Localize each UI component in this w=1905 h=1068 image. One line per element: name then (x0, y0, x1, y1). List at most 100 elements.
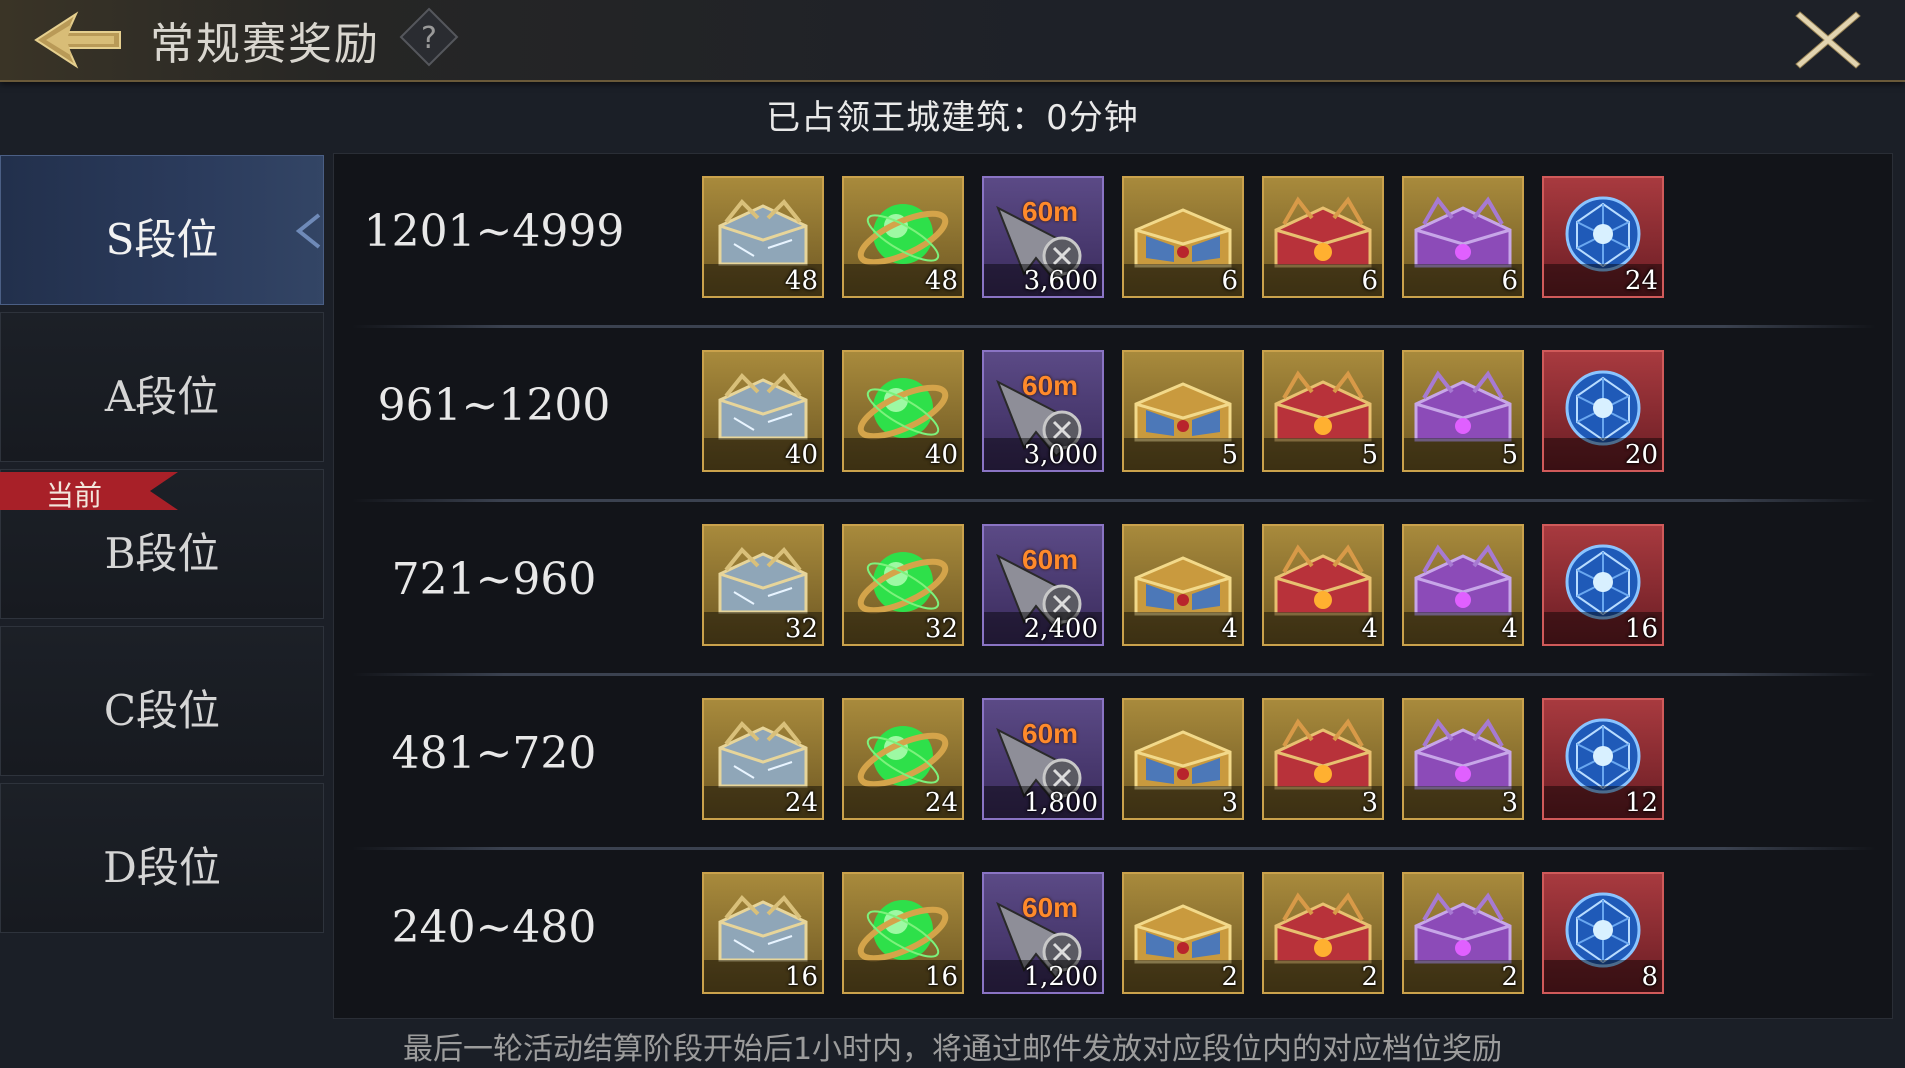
item-quantity: 16 (1624, 614, 1658, 644)
item-quantity: 3,000 (1023, 440, 1098, 470)
duration-tag: 60m (1022, 196, 1079, 227)
score-range: 1201~4999 (363, 206, 625, 257)
item-quantity: 6 (1361, 266, 1378, 296)
reward-item[interactable]: 3 (1402, 698, 1524, 820)
item-quantity: 4 (1221, 614, 1238, 644)
active-indicator-icon (295, 213, 321, 249)
tier-tab-label: S段位 (105, 215, 219, 264)
reward-item[interactable]: 60m 3,000 (982, 350, 1104, 472)
tier-tab-label: B段位 (104, 529, 220, 578)
reward-table: 1201~4999 48 48 60m 3,600 6 6 6 24 961~1200 40 40 60… (333, 153, 1893, 1019)
score-range: 961~1200 (377, 380, 611, 431)
tier-tab-label: D段位 (103, 843, 221, 892)
item-quantity: 3 (1361, 788, 1378, 818)
item-quantity: 3 (1501, 788, 1518, 818)
reward-item[interactable]: 16 (842, 872, 964, 994)
item-quantity: 6 (1501, 266, 1518, 296)
item-quantity: 48 (924, 266, 958, 296)
duration-tag: 60m (1022, 892, 1079, 923)
reward-item[interactable]: 2 (1262, 872, 1384, 994)
header-bar: 常规赛奖励 ? (0, 0, 1905, 82)
item-quantity: 5 (1221, 440, 1238, 470)
item-quantity: 20 (1624, 440, 1658, 470)
item-quantity: 4 (1501, 614, 1518, 644)
item-quantity: 24 (784, 788, 818, 818)
item-quantity: 3 (1221, 788, 1238, 818)
occupy-status: 已占领王城建筑：0分钟 (766, 98, 1139, 138)
item-quantity: 2 (1501, 962, 1518, 992)
help-button[interactable]: ? (398, 6, 460, 68)
item-quantity: 3,600 (1023, 266, 1098, 296)
reward-item[interactable]: 20 (1542, 350, 1664, 472)
item-quantity: 5 (1501, 440, 1518, 470)
item-quantity: 24 (1624, 266, 1658, 296)
reward-item[interactable]: 16 (702, 872, 824, 994)
item-quantity: 16 (784, 962, 818, 992)
item-quantity: 1,200 (1023, 962, 1098, 992)
reward-item[interactable]: 60m 2,400 (982, 524, 1104, 646)
reward-item[interactable]: 2 (1402, 872, 1524, 994)
duration-tag: 60m (1022, 370, 1079, 401)
reward-item[interactable]: 8 (1542, 872, 1664, 994)
help-label: ? (421, 21, 437, 56)
score-range: 240~480 (391, 902, 597, 953)
tier-tab-a[interactable]: A段位 (0, 312, 324, 462)
item-quantity: 16 (924, 962, 958, 992)
reward-item[interactable]: 60m 1,200 (982, 872, 1104, 994)
reward-item[interactable]: 6 (1262, 176, 1384, 298)
reward-item[interactable]: 32 (842, 524, 964, 646)
item-quantity: 12 (1624, 788, 1658, 818)
reward-item[interactable]: 5 (1122, 350, 1244, 472)
reward-item[interactable]: 4 (1402, 524, 1524, 646)
reward-item[interactable]: 2 (1122, 872, 1244, 994)
reward-row: 240~480 16 16 60m 1,200 2 2 2 8 (334, 850, 1894, 1024)
duration-tag: 60m (1022, 544, 1079, 575)
reward-item[interactable]: 5 (1402, 350, 1524, 472)
item-quantity: 6 (1221, 266, 1238, 296)
footer-note: 最后一轮活动结算阶段开始后1小时内，将通过邮件发放对应段位内的对应档位奖励 (402, 1032, 1503, 1067)
score-range: 481~720 (391, 728, 597, 779)
reward-item[interactable]: 48 (702, 176, 824, 298)
tier-tab-c[interactable]: C段位 (0, 626, 324, 776)
reward-item[interactable]: 4 (1122, 524, 1244, 646)
reward-item[interactable]: 24 (1542, 176, 1664, 298)
back-button[interactable] (28, 6, 128, 74)
item-quantity: 8 (1641, 962, 1658, 992)
tier-tab-label: C段位 (103, 686, 221, 735)
reward-item[interactable]: 3 (1262, 698, 1384, 820)
reward-item[interactable]: 60m 1,800 (982, 698, 1104, 820)
reward-item[interactable]: 40 (842, 350, 964, 472)
reward-item[interactable]: 24 (702, 698, 824, 820)
page-title: 常规赛奖励 (150, 19, 380, 70)
reward-item[interactable]: 48 (842, 176, 964, 298)
reward-item[interactable]: 24 (842, 698, 964, 820)
item-quantity: 2,400 (1023, 614, 1098, 644)
reward-item[interactable]: 5 (1262, 350, 1384, 472)
reward-item[interactable]: 16 (1542, 524, 1664, 646)
item-quantity: 48 (784, 266, 818, 296)
tier-tab-d[interactable]: D段位 (0, 783, 324, 933)
current-badge-label: 当前 (46, 479, 103, 512)
close-button[interactable] (1790, 6, 1866, 74)
item-quantity: 32 (924, 614, 958, 644)
reward-item[interactable]: 40 (702, 350, 824, 472)
score-range: 721~960 (391, 554, 597, 605)
item-quantity: 2 (1221, 962, 1238, 992)
close-x-icon (1795, 11, 1861, 69)
reward-item[interactable]: 6 (1122, 176, 1244, 298)
reward-item[interactable]: 4 (1262, 524, 1384, 646)
tier-tab-s[interactable]: S段位 (0, 155, 324, 305)
reward-item[interactable]: 12 (1542, 698, 1664, 820)
item-quantity: 32 (784, 614, 818, 644)
reward-item[interactable]: 6 (1402, 176, 1524, 298)
back-arrow-icon (34, 11, 121, 69)
duration-tag: 60m (1022, 718, 1079, 749)
reward-item[interactable]: 60m 3,600 (982, 176, 1104, 298)
current-badge: 当前 (0, 472, 178, 512)
reward-item[interactable]: 32 (702, 524, 824, 646)
item-quantity: 5 (1361, 440, 1378, 470)
item-quantity: 24 (924, 788, 958, 818)
reward-item[interactable]: 3 (1122, 698, 1244, 820)
reward-row: 721~960 32 32 60m 2,400 4 4 4 16 (334, 502, 1894, 676)
help-icon: ? (399, 7, 459, 67)
